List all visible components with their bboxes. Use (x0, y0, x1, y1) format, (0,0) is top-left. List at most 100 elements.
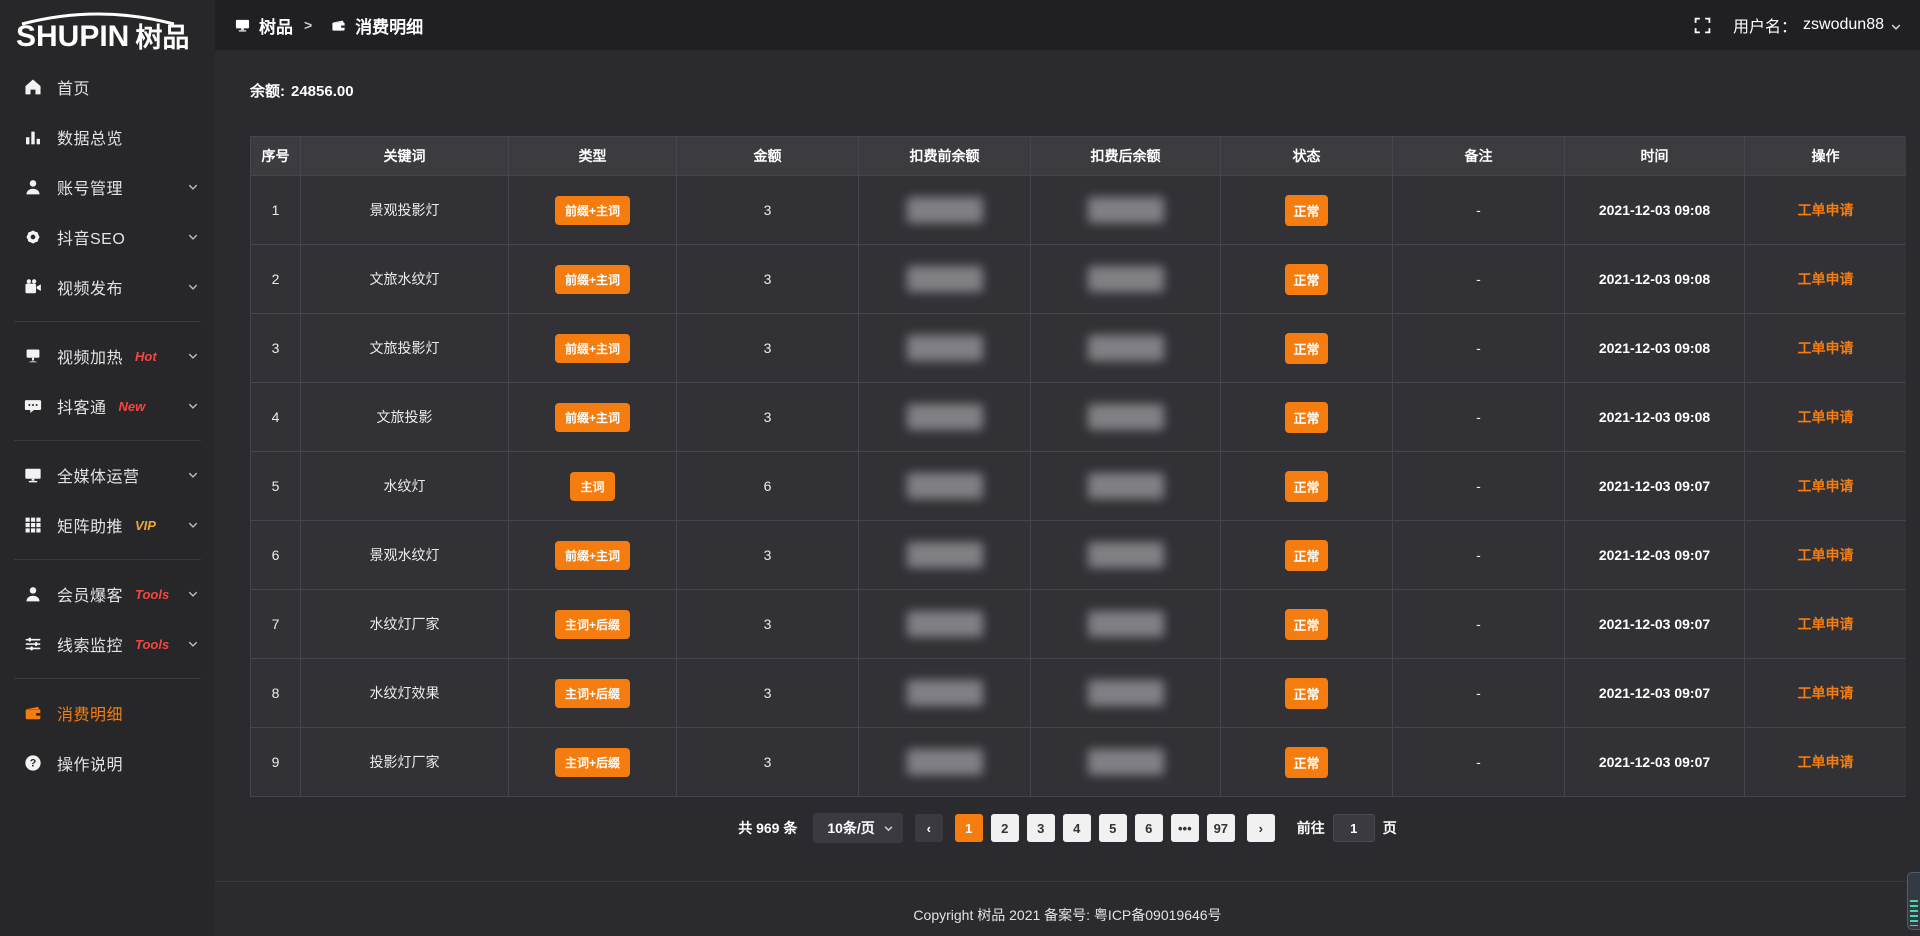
work-order-link[interactable]: 工单申请 (1798, 545, 1854, 565)
page-button-2[interactable]: 2 (991, 814, 1019, 842)
table-row: 5水纹灯主词6正常-2021-12-03 09:07工单申请 (251, 452, 1904, 521)
chevron-down-icon (187, 469, 199, 481)
work-order-link[interactable]: 工单申请 (1798, 752, 1854, 772)
page-button-3[interactable]: 3 (1027, 814, 1055, 842)
type-badge-cell: 主词+后缀 (509, 659, 677, 728)
keyword-cell: 景观水纹灯 (301, 521, 509, 590)
work-order-link[interactable]: 工单申请 (1798, 614, 1854, 634)
user-icon (24, 585, 42, 603)
chevron-down-icon (187, 519, 199, 531)
sidebar-item-tag: VIP (135, 518, 156, 533)
sidebar-item-douketong[interactable]: 抖客通 New (0, 381, 215, 431)
wallet-icon (331, 18, 346, 33)
masked-balance (907, 749, 983, 775)
sidebar-divider (14, 321, 201, 322)
page-button-97[interactable]: 97 (1207, 814, 1235, 842)
amount-cell: 3 (677, 176, 859, 245)
breadcrumb: 树品 > 消费明细 (235, 13, 423, 38)
work-order-link[interactable]: 工单申请 (1798, 269, 1854, 289)
index-cell: 4 (251, 383, 301, 452)
sidebar-item-member-burst[interactable]: 会员爆客 Tools (0, 569, 215, 619)
status-badge: 正常 (1285, 747, 1327, 778)
remark-cell: - (1393, 314, 1565, 383)
sidebar-item-video-publish[interactable]: 视频发布 (0, 262, 215, 312)
sidebar-item-lead-monitor[interactable]: 线索监控 Tools (0, 619, 215, 669)
status-badge-cell: 正常 (1221, 176, 1393, 245)
status-badge: 正常 (1285, 333, 1327, 364)
masked-balance (907, 611, 983, 637)
post-balance-cell (1031, 314, 1221, 383)
sidebar-item-matrix-boost[interactable]: 矩阵助推 VIP (0, 500, 215, 550)
status-badge: 正常 (1285, 195, 1327, 226)
keyword-cell: 水纹灯 (301, 452, 509, 521)
amount-cell: 3 (677, 383, 859, 452)
scroll-widget[interactable] (1907, 872, 1920, 930)
work-order-link[interactable]: 工单申请 (1798, 338, 1854, 358)
status-badge-cell: 正常 (1221, 590, 1393, 659)
index-cell: 6 (251, 521, 301, 590)
bar-chart-icon (24, 128, 42, 146)
post-balance-cell (1031, 176, 1221, 245)
ellipsis-page-button[interactable]: ••• (1171, 814, 1199, 842)
column-header: 序号 (251, 137, 301, 176)
topbar: 树品 > 消费明细 用户名： zswodun88 (215, 0, 1920, 50)
sidebar-item-consumption-detail[interactable]: 消费明细 (0, 688, 215, 738)
table-row: 2文旅水纹灯前缀+主词3正常-2021-12-03 09:08工单申请 (251, 245, 1904, 314)
action-cell: 工单申请 (1745, 176, 1906, 245)
work-order-link[interactable]: 工单申请 (1798, 407, 1854, 427)
work-order-link[interactable]: 工单申请 (1798, 476, 1854, 496)
goto-page-input[interactable] (1333, 814, 1375, 842)
sliders-icon (24, 635, 42, 653)
index-cell: 2 (251, 245, 301, 314)
work-order-link[interactable]: 工单申请 (1798, 683, 1854, 703)
sidebar-item-label: 数据总览 (57, 125, 123, 149)
page-button-4[interactable]: 4 (1063, 814, 1091, 842)
breadcrumb-current: 消费明细 (355, 13, 423, 38)
type-badge: 主词+后缀 (555, 748, 630, 777)
page-button-1[interactable]: 1 (955, 814, 983, 842)
user-menu[interactable]: 用户名： zswodun88 (1733, 13, 1902, 37)
footer: Copyright 树品 2021 备案号: 粤ICP备09019646号 (215, 881, 1920, 925)
breadcrumb-home[interactable]: 树品 (259, 13, 293, 38)
work-order-link[interactable]: 工单申请 (1798, 200, 1854, 220)
screen-icon (24, 347, 42, 365)
consumption-table: 序号关键词类型金额扣费前余额扣费后余额状态备注时间操作 1景观投影灯前缀+主词3… (250, 136, 1905, 797)
action-cell: 工单申请 (1745, 452, 1906, 521)
masked-balance (907, 197, 983, 223)
user-icon (24, 178, 42, 196)
status-badge: 正常 (1285, 678, 1327, 709)
sidebar-item-operation-guide[interactable]: ? 操作说明 (0, 738, 215, 788)
page-button-6[interactable]: 6 (1135, 814, 1163, 842)
keyword-cell: 景观投影灯 (301, 176, 509, 245)
sidebar-item-douyin-seo[interactable]: 抖音SEO (0, 212, 215, 262)
amount-cell: 3 (677, 314, 859, 383)
fullscreen-icon[interactable] (1694, 17, 1711, 34)
type-badge: 前缀+主词 (555, 196, 630, 225)
sidebar-item-all-media-ops[interactable]: 全媒体运营 (0, 450, 215, 500)
sidebar-item-video-heat[interactable]: 视频加热 Hot (0, 331, 215, 381)
sidebar-item-data-overview[interactable]: 数据总览 (0, 112, 215, 162)
topbar-right: 用户名： zswodun88 (1694, 13, 1902, 37)
sidebar-item-home[interactable]: 首页 (0, 62, 215, 112)
status-badge-cell: 正常 (1221, 452, 1393, 521)
chat-icon (24, 397, 42, 415)
grid-icon (24, 516, 42, 534)
next-page-button[interactable]: › (1247, 814, 1275, 842)
masked-balance (1088, 749, 1164, 775)
logo: SHUPIN 树品 (0, 0, 215, 60)
status-badge: 正常 (1285, 264, 1327, 295)
keyword-cell: 文旅水纹灯 (301, 245, 509, 314)
masked-balance (907, 404, 983, 430)
time-cell: 2021-12-03 09:07 (1565, 728, 1745, 797)
column-header: 关键词 (301, 137, 509, 176)
amount-cell: 3 (677, 659, 859, 728)
sidebar-item-account-manage[interactable]: 账号管理 (0, 162, 215, 212)
amount-cell: 3 (677, 590, 859, 659)
type-badge-cell: 主词 (509, 452, 677, 521)
page-size-select[interactable]: 10条/页 (813, 813, 902, 843)
balance-line: 余额:24856.00 (250, 80, 1920, 101)
page-button-5[interactable]: 5 (1099, 814, 1127, 842)
prev-page-button[interactable]: ‹ (915, 814, 943, 842)
sidebar: SHUPIN 树品 首页 数据总览 账号管理 抖音SEO 视频发布 视频加热 H… (0, 0, 215, 936)
masked-balance (907, 266, 983, 292)
